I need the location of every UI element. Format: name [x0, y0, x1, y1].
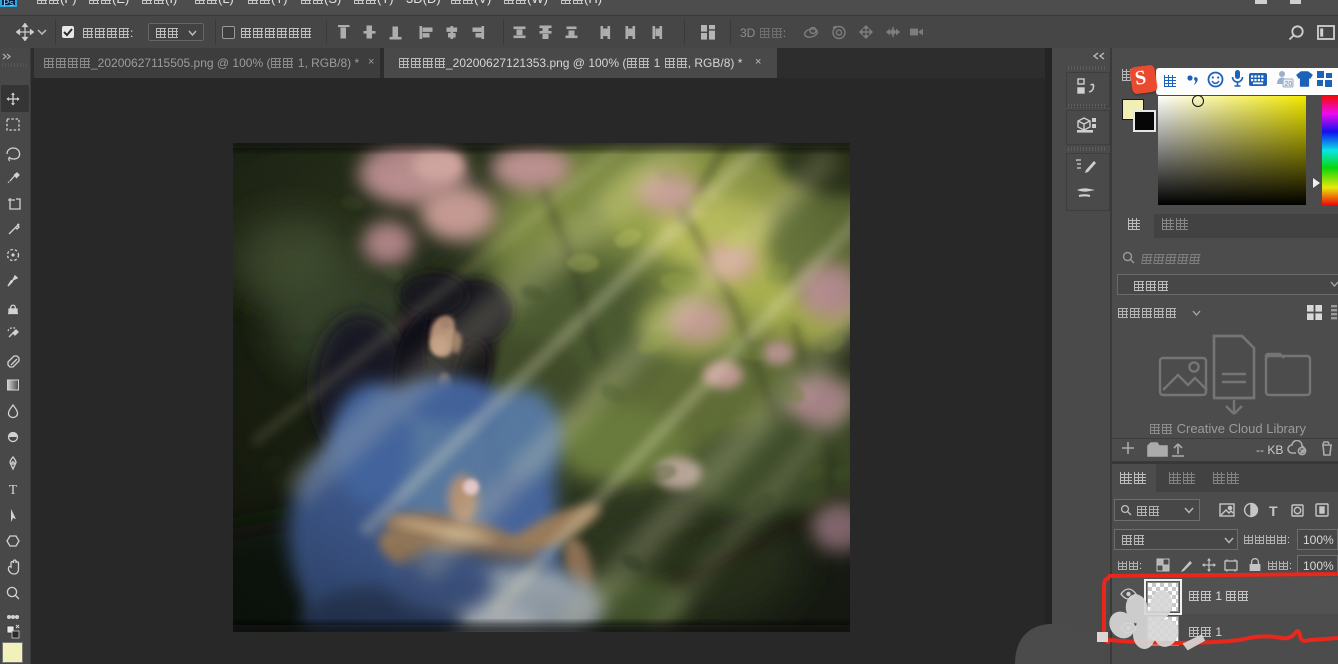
svg-text:-- KB: -- KB	[1256, 443, 1283, 457]
svg-text:T: T	[1269, 503, 1278, 519]
svg-text:T: T	[9, 483, 18, 498]
